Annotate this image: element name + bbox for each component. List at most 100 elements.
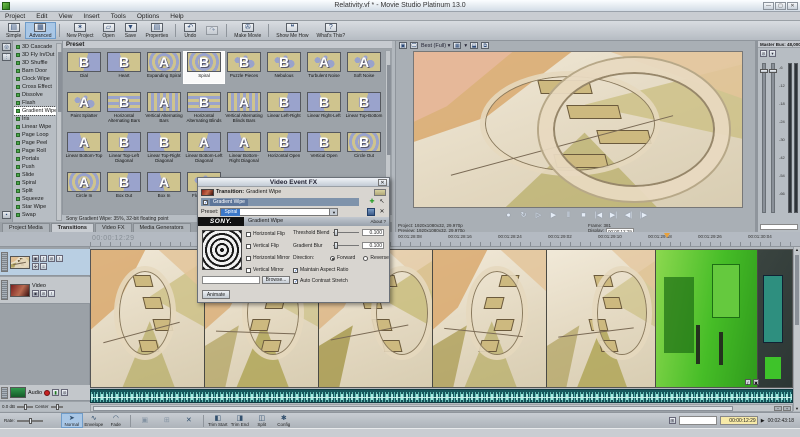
tab-media-generators[interactable]: Media Generators [133, 223, 191, 232]
zoom-in-icon[interactable]: + [783, 406, 791, 411]
preset-horizontal-open[interactable]: BHorizontal Open [264, 132, 304, 163]
open-button[interactable]: ▱Open [98, 22, 120, 39]
video-output-icon[interactable]: ▣ [399, 42, 407, 49]
param-value-field[interactable]: 0.100 [362, 229, 384, 236]
snapshot-camera-icon[interactable]: ⬓ [470, 42, 478, 49]
cursor-position-field[interactable]: 00:00:12:29 [720, 416, 758, 425]
track-grip[interactable] [1, 280, 8, 301]
event-pan-crop-icon[interactable]: ▣ [753, 379, 759, 385]
preset-linear-right-left[interactable]: BLinear Right-Left [304, 92, 344, 123]
tree-item-3d-fly-in-out[interactable]: 3D Fly In/Out [14, 51, 56, 59]
tree-item-dissolve[interactable]: Dissolve [14, 91, 56, 99]
track-grip[interactable] [1, 252, 8, 273]
dock-pin-icon[interactable]: ▪ [2, 211, 11, 219]
tree-item-page-peel[interactable]: Page Peel [14, 139, 56, 147]
preset-linear-bottom-right-diagonal[interactable]: ALinear Bottom-Right Diagonal [224, 132, 264, 163]
track-grip[interactable] [1, 387, 8, 399]
checkbox-vertical-mirror[interactable]: Vertical Mirror [246, 267, 284, 273]
radio-reverse[interactable]: Reverse [363, 255, 389, 261]
external-monitor-icon[interactable]: 🖵 [410, 42, 418, 49]
checkbox-horizontal-flip[interactable]: Horizontal Flip [246, 231, 285, 237]
preset-circle-in[interactable]: ACircle In [64, 172, 104, 203]
plugin-picker-cursor-icon[interactable]: ↖ [378, 198, 386, 206]
menu-project[interactable]: Project [5, 13, 25, 20]
preset-vertical-alternating-blinds-bars[interactable]: AVertical Alternating Blinds Bars [224, 92, 264, 123]
menu-options[interactable]: Options [137, 13, 159, 20]
bypass-motion-icon[interactable]: ✠ [32, 263, 39, 270]
minimize-button[interactable]: — [763, 2, 774, 10]
overlays-dropdown-arrow[interactable]: ▾ [464, 43, 467, 49]
preset-dropdown[interactable]: Spiral ▼ [220, 208, 338, 216]
tree-item-slide[interactable]: Slide [14, 171, 56, 179]
record-arm-icon[interactable] [44, 390, 50, 396]
timeline-vertical-scrollbar[interactable]: ▲ ▼ [793, 247, 800, 411]
tree-item-spiral[interactable]: Spiral [14, 179, 56, 187]
undo-button[interactable]: ↶Undo [179, 22, 201, 39]
next-frame-button[interactable]: |▶ [638, 210, 650, 221]
preset-linear-left-right[interactable]: BLinear Left-Right [264, 92, 304, 123]
slider-thumb[interactable] [334, 229, 338, 236]
whats-this-button[interactable]: ?What's This? [312, 22, 349, 39]
preset-turbulent-noise[interactable]: ATurbulent Noise [304, 52, 344, 83]
tree-item-portals[interactable]: Portals [14, 155, 56, 163]
next-marker-icon[interactable]: ▶ [761, 418, 765, 424]
close-button[interactable]: ✕ [787, 2, 798, 10]
loop-playback-button[interactable]: ↻ [518, 210, 530, 221]
param-slider[interactable] [333, 232, 359, 233]
maximize-button[interactable]: ▢ [775, 2, 786, 10]
radio-forward[interactable]: Forward [330, 255, 355, 261]
tree-item-flash[interactable]: Flash [14, 99, 56, 107]
video-event-frame-dark[interactable] [758, 250, 793, 387]
timeline-marker-icon[interactable] [664, 233, 670, 241]
preset-nebulous[interactable]: BNebulous [264, 52, 304, 83]
level-icon[interactable]: ≡ [40, 263, 47, 270]
show-me-how-button[interactable]: ❝Show Me How [272, 22, 312, 39]
param-slider[interactable] [333, 245, 359, 246]
advanced-mode-button[interactable]: ▦Advanced [25, 22, 55, 39]
menu-tools[interactable]: Tools [111, 13, 126, 20]
track-motion-icon[interactable]: ▣ [32, 290, 39, 297]
rate-slider[interactable] [17, 420, 43, 422]
event-tool-2[interactable]: ⊞ [156, 413, 178, 428]
preset-expanding-spiral[interactable]: AExpanding Spiral [144, 52, 184, 83]
overlays-grid-icon[interactable]: ▦ [453, 42, 461, 49]
preset-horizontal-alternating-bars[interactable]: BHorizontal Alternating Bars [104, 92, 144, 123]
preset-paint-splatter[interactable]: APaint Splatter [64, 92, 104, 123]
record-button[interactable]: ● [503, 210, 515, 221]
solo-icon[interactable]: ! [56, 255, 63, 262]
tree-item-push[interactable]: Push [14, 163, 56, 171]
master-dim-icon[interactable]: ▾ [769, 50, 776, 57]
properties-button[interactable]: ▤Properties [142, 22, 173, 39]
preset-soft-noise[interactable]: ASoft Noise [344, 52, 384, 83]
zoom-out-icon[interactable]: − [774, 406, 782, 411]
timeline-ruler[interactable]: 00:00:12:29 00:01:28:0800:01:28:1600:01:… [0, 232, 800, 247]
tree-item-3d-cascade[interactable]: 3D Cascade [14, 43, 56, 51]
master-fader-thumb-left[interactable] [760, 69, 768, 73]
video-track-header-1[interactable]: ▣ ƒ ⊘ ! ✠ ≡ [0, 249, 90, 276]
trim-end-button[interactable]: ◨Trim End [229, 413, 251, 428]
master-fader-right[interactable] [771, 63, 775, 213]
tree-item-3d-shuffle[interactable]: 3D Shuffle [14, 59, 56, 67]
video-event-frame[interactable] [433, 250, 547, 387]
video-track-label[interactable]: Video [32, 283, 55, 289]
master-fader-thumb-right[interactable] [769, 69, 777, 73]
preset-box-in[interactable]: ABox In [144, 172, 184, 203]
track-motion-icon[interactable]: ▣ [32, 255, 39, 262]
new-project-button[interactable]: ✶New Project [63, 22, 98, 39]
solo-icon[interactable]: ! [48, 290, 55, 297]
plugin-enabled-checkbox[interactable]: ✓ [203, 200, 208, 205]
preset-linear-top-bottom[interactable]: BLinear Top-Bottom [344, 92, 384, 123]
timeline-horizontal-scrollbar[interactable]: − + [90, 404, 793, 412]
simple-mode-button[interactable]: ▤Simple [2, 22, 25, 39]
checkbox-maintain-aspect-ratio[interactable]: ✓Maintain Aspect Ratio [293, 267, 348, 273]
preset-spiral[interactable]: BSpiral [184, 52, 224, 83]
preset-box-out[interactable]: BBox Out [104, 172, 144, 203]
animate-button[interactable]: Animate [202, 290, 230, 299]
master-fader-left[interactable] [762, 63, 766, 213]
tree-item-cross-effect[interactable]: Cross Effect [14, 83, 56, 91]
delete-preset-icon[interactable]: ✕ [378, 208, 386, 216]
gradient-file-input[interactable] [202, 276, 260, 284]
video-event-frame[interactable] [91, 250, 205, 387]
delete-button[interactable]: ✕ [178, 413, 200, 428]
tree-item-barn-door[interactable]: Barn Door [14, 67, 56, 75]
